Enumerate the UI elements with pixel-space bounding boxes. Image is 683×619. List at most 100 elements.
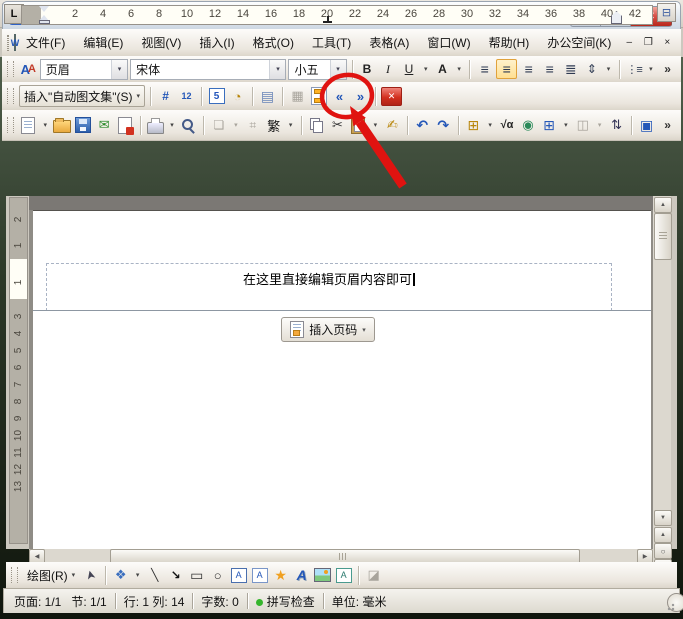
insert-table-icon[interactable]: ⊞ [464, 115, 483, 135]
adjust-width-icon[interactable]: ⇅ [607, 115, 626, 135]
vertical-textbox-icon[interactable]: A [250, 565, 269, 585]
line-icon[interactable]: ╲ [145, 565, 164, 585]
new-dropdown-icon[interactable]: ▾ [40, 115, 51, 135]
numbering-button[interactable]: ⋮≡ [625, 59, 644, 79]
menu-edit[interactable]: 编辑(E) [75, 31, 131, 54]
scroll-down-button[interactable]: ▼ [654, 510, 672, 526]
toolbar-grip[interactable] [7, 61, 14, 77]
autoshapes-icon[interactable]: ❖ [111, 565, 130, 585]
line-spacing-button[interactable]: ⇕ [582, 59, 601, 79]
menu-table[interactable]: 表格(A) [361, 31, 417, 54]
line-spacing-dropdown-icon[interactable]: ▾ [603, 59, 613, 79]
document-menu-icon[interactable] [14, 34, 16, 51]
vertical-scroll-thumb[interactable] [654, 213, 672, 260]
paste-icon[interactable] [349, 115, 368, 135]
menu-insert[interactable]: 插入(I) [191, 31, 242, 54]
textbox-icon[interactable]: A [229, 565, 248, 585]
bold-button[interactable]: B [358, 59, 377, 79]
menu-window[interactable]: 窗口(W) [419, 31, 478, 54]
character-scale-button[interactable]: A [433, 59, 452, 79]
insert-page-number-field-icon[interactable]: # [156, 86, 175, 106]
insert-page-count-icon[interactable]: 12 [177, 86, 196, 106]
header-text[interactable]: 在这里直接编辑页眉内容即可 [47, 269, 611, 288]
menu-file[interactable]: 文件(F) [18, 31, 73, 54]
open-icon[interactable] [53, 115, 72, 135]
traditional-simplified-icon[interactable]: 繁 [264, 115, 283, 135]
toolbar-grip[interactable] [7, 117, 14, 133]
numbering-dropdown-icon[interactable]: ▾ [646, 59, 656, 79]
styles-and-formatting-icon[interactable]: A A [19, 59, 38, 79]
autoshapes-dropdown-icon[interactable]: ▾ [132, 565, 143, 585]
close-header-footer-button[interactable]: ✕ [381, 87, 402, 106]
redo-icon[interactable]: ↷ [434, 115, 453, 135]
insert-autotext-button[interactable]: 插入"自动图文集"(S) ▾ [19, 85, 145, 107]
print-dropdown-icon[interactable]: ▾ [167, 115, 178, 135]
menu-view[interactable]: 视图(V) [133, 31, 189, 54]
hyperlink-icon[interactable]: ◉ [519, 115, 538, 135]
table-properties-icon[interactable]: ⊞ [540, 115, 559, 135]
print-icon[interactable] [146, 115, 165, 135]
header-edit-area[interactable]: 在这里直接编辑页眉内容即可 [46, 263, 612, 311]
chevron-down-icon[interactable]: ▾ [269, 60, 285, 79]
page-setup-icon[interactable]: ▤ [258, 86, 277, 106]
paste-dropdown-icon[interactable]: ▾ [370, 115, 381, 135]
character-scale-dropdown-icon[interactable]: ▾ [454, 59, 464, 79]
align-left-button[interactable]: ≡ [475, 59, 494, 79]
document-page[interactable]: 在这里直接编辑页眉内容即可 插入页码 ▾ [33, 210, 651, 549]
indent-markers[interactable] [39, 6, 50, 24]
chevron-down-icon[interactable]: ▾ [111, 60, 127, 79]
traditional-dropdown-icon[interactable]: ▾ [285, 115, 296, 135]
menu-help[interactable]: 帮助(H) [481, 31, 538, 54]
doc-close-icon[interactable]: × [659, 37, 675, 48]
toolbar-overflow-button[interactable]: » [658, 59, 677, 79]
link-to-previous-icon[interactable]: ▦ [288, 86, 307, 106]
insert-table-dropdown-icon[interactable]: ▾ [485, 115, 496, 135]
header-text-content[interactable]: 在这里直接编辑页眉内容即可 [243, 272, 412, 287]
switch-header-footer-icon[interactable] [309, 86, 328, 106]
table-properties-dropdown-icon[interactable]: ▾ [561, 115, 572, 135]
insert-date-icon[interactable]: 5 [207, 86, 226, 106]
print-preview-icon[interactable] [179, 115, 198, 135]
status-spellcheck[interactable]: 拼写检查 [256, 593, 315, 610]
toolbar-overflow-button[interactable]: » [658, 115, 677, 135]
menu-format[interactable]: 格式(O) [245, 31, 302, 54]
status-word-count[interactable]: 字数: 0 [201, 593, 238, 610]
chevron-down-icon[interactable]: ▾ [330, 60, 346, 79]
previous-page-button[interactable]: ▲ [654, 527, 672, 543]
menu-tools[interactable]: 工具(T) [304, 31, 359, 54]
toolbar-grip[interactable] [7, 88, 14, 104]
style-combobox[interactable]: 页眉 ▾ [40, 59, 128, 80]
font-combobox[interactable]: 宋体 ▾ [130, 59, 286, 80]
show-next-icon[interactable]: » [351, 86, 370, 106]
caption-icon[interactable]: A [334, 565, 353, 585]
wordart-icon[interactable]: A [292, 565, 311, 585]
italic-button[interactable]: I [379, 59, 398, 79]
copy-icon[interactable] [307, 115, 326, 135]
export-pdf-icon[interactable] [116, 115, 135, 135]
format-painter-icon[interactable]: ✍ [383, 115, 402, 135]
new-document-icon[interactable] [19, 115, 38, 135]
save-icon[interactable] [74, 115, 93, 135]
show-previous-icon[interactable]: « [330, 86, 349, 106]
insert-picture-icon[interactable] [313, 565, 332, 585]
undo-icon[interactable]: ↶ [413, 115, 432, 135]
insert-page-number-button[interactable]: 插入页码 ▾ [281, 317, 375, 342]
align-right-button[interactable]: ≡ [519, 59, 538, 79]
toolbar-grip[interactable] [11, 567, 18, 583]
select-objects-icon[interactable]: ➤ [79, 563, 103, 587]
first-line-indent-marker[interactable] [39, 6, 49, 12]
oval-icon[interactable]: ○ [208, 565, 227, 585]
draw-menu-button[interactable]: 绘图(R) ▾ [23, 565, 79, 585]
toolbar-grip[interactable] [7, 35, 9, 51]
formula-icon[interactable]: √α [498, 115, 517, 135]
left-indent-marker[interactable] [39, 20, 50, 24]
justify-button[interactable]: ≡ [540, 59, 559, 79]
rectangle-icon[interactable]: ▭ [187, 565, 206, 585]
vertical-scrollbar[interactable]: ▲ ▼ ▲ ○ ▼ [653, 196, 671, 575]
send-mail-icon[interactable]: ✉ [95, 115, 114, 135]
menu-office-space[interactable]: 办公空间(K) [539, 31, 619, 54]
horizontal-scrollbar[interactable]: ◀ ▶ [29, 549, 653, 562]
font-size-combobox[interactable]: 小五 ▾ [288, 59, 346, 80]
doc-minimize-icon[interactable]: – [621, 37, 637, 48]
select-browse-object-button[interactable]: ○ [654, 543, 672, 559]
